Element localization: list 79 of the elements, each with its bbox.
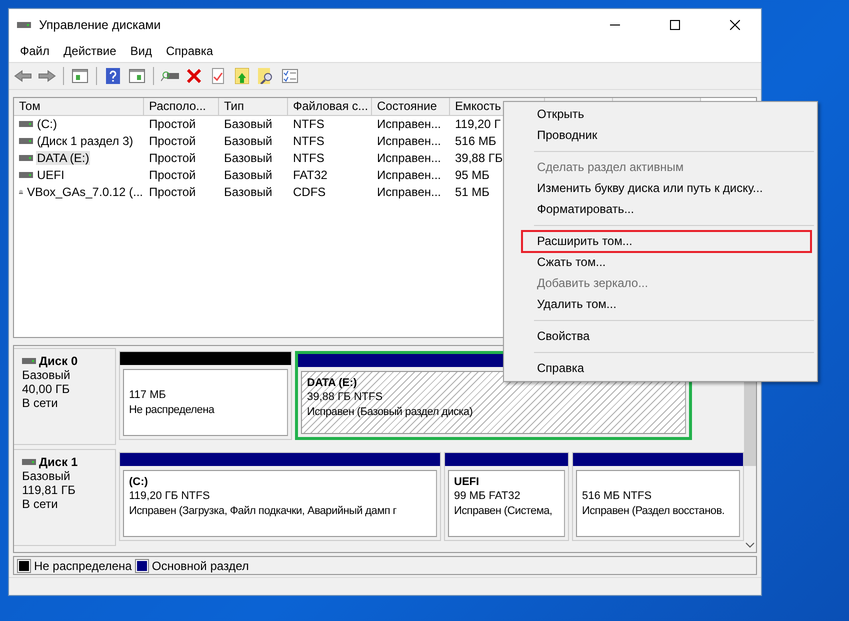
partition-block[interactable]: UEFI 99 МБ FAT32 Исправен (Система, bbox=[444, 452, 569, 542]
menu-item[interactable]: Вид bbox=[123, 44, 159, 58]
column-header[interactable]: Файловая с... bbox=[288, 98, 372, 115]
partition-status: Исправен (Базовый раздел диска) bbox=[307, 405, 473, 420]
table-cell: Простой bbox=[149, 134, 196, 148]
partition-block[interactable]: 516 МБ NTFS Исправен (Раздел восстанов. bbox=[572, 452, 744, 542]
context-menu-item[interactable]: Расширить том... bbox=[522, 231, 811, 252]
disk-type: Базовый bbox=[22, 469, 72, 484]
context-menu-item[interactable]: Удалить том... bbox=[507, 294, 814, 315]
table-cell: NTFS bbox=[293, 117, 324, 132]
table-cell: Простой bbox=[149, 185, 196, 200]
partition-size: 516 МБ NTFS bbox=[582, 489, 652, 504]
menu-item[interactable]: Файл bbox=[13, 44, 57, 58]
table-cell: Исправен... bbox=[377, 117, 442, 132]
table-cell: 39,88 ГБ bbox=[455, 151, 503, 166]
folder-up-icon[interactable] bbox=[232, 66, 252, 86]
disk-type: Базовый bbox=[22, 368, 72, 382]
table-cell: Простой bbox=[149, 117, 196, 132]
disk-status: В сети bbox=[22, 396, 59, 410]
column-header[interactable]: Располо... bbox=[144, 98, 219, 115]
volume-name[interactable]: (C:) bbox=[36, 117, 58, 132]
column-header[interactable]: Состояние bbox=[372, 98, 450, 115]
table-cell: Исправен... bbox=[377, 151, 442, 166]
context-menu-item[interactable]: Проводник bbox=[507, 125, 814, 146]
partition-label: DATA (E:) bbox=[307, 377, 357, 390]
disk-size: 40,00 ГБ bbox=[22, 382, 71, 396]
partition-size: 117 МБ bbox=[129, 388, 166, 404]
disk-size: 119,81 ГБ bbox=[22, 483, 77, 498]
table-cell: Базовый bbox=[224, 151, 272, 166]
volume-name[interactable]: UEFI bbox=[36, 168, 66, 182]
partition-block[interactable]: (C:) 119,20 ГБ NTFS Исправен (Загрузка, Файл подкачки, Аварийный дамп г bbox=[119, 452, 441, 542]
table-cell: 119,20 Г bbox=[455, 117, 501, 132]
context-menu-item[interactable]: Сжать том... bbox=[507, 252, 814, 273]
partition-status: Исправен (Загрузка, Файл подкачки, Аварийный дамп г bbox=[129, 504, 396, 520]
partition-label: (C:) bbox=[129, 476, 148, 488]
disk-name: Диск 0 bbox=[39, 354, 78, 368]
partition-label: UEFI bbox=[454, 476, 480, 488]
table-cell: CDFS bbox=[293, 185, 326, 200]
partition-block[interactable]: 117 МБ Не распределена bbox=[119, 351, 292, 440]
column-header[interactable]: Тип bbox=[219, 98, 288, 115]
table-cell: Базовый bbox=[224, 134, 272, 148]
volume-name[interactable]: DATA (E:) bbox=[36, 151, 90, 166]
table-cell: Простой bbox=[149, 151, 196, 166]
context-menu-item[interactable]: Свойства bbox=[507, 326, 814, 347]
legend-label: Не распределена bbox=[34, 558, 132, 573]
partition-status: Исправен (Раздел восстанов. bbox=[582, 504, 725, 520]
window-title: Управление дисками bbox=[39, 18, 162, 32]
partition-size: 99 МБ FAT32 bbox=[454, 489, 520, 504]
table-cell: Исправен... bbox=[377, 134, 442, 148]
column-header[interactable]: Том bbox=[14, 98, 144, 115]
table-cell: NTFS bbox=[293, 134, 324, 148]
table-cell: Простой bbox=[149, 168, 196, 182]
table-cell: 516 МБ bbox=[455, 134, 496, 148]
table-cell: Исправен... bbox=[377, 168, 442, 182]
partition-status: Не распределена bbox=[129, 403, 214, 418]
partition-size: 119,20 ГБ NTFS bbox=[129, 489, 210, 504]
menu-item[interactable]: Справка bbox=[159, 44, 220, 58]
context-menu-item[interactable]: Изменить букву диска или путь к диску... bbox=[507, 178, 814, 199]
table-cell: Базовый bbox=[224, 168, 272, 182]
close-icon bbox=[730, 20, 740, 30]
disk-name: Диск 1 bbox=[39, 455, 78, 470]
table-cell: Базовый bbox=[224, 185, 272, 200]
table-cell: 51 МБ bbox=[455, 185, 490, 200]
table-cell: NTFS bbox=[293, 151, 324, 166]
chevron-down-icon[interactable] bbox=[745, 542, 755, 548]
table-cell: Исправен... bbox=[377, 185, 442, 200]
disk-status: В сети bbox=[22, 497, 59, 512]
partition-status: Исправен (Система, bbox=[454, 504, 552, 520]
table-cell: Базовый bbox=[224, 117, 272, 132]
table-cell: FAT32 bbox=[293, 168, 328, 182]
menu-item[interactable]: Действие bbox=[56, 44, 124, 58]
legend-label: Основной раздел bbox=[152, 558, 249, 573]
context-menu-item[interactable]: Форматировать... bbox=[507, 199, 814, 220]
maximize-icon bbox=[670, 20, 680, 30]
volume-name[interactable]: (Диск 1 раздел 3) bbox=[36, 134, 134, 148]
help-icon[interactable] bbox=[103, 66, 123, 86]
volume-name[interactable]: VBox_GAs_7.0.12 (... bbox=[26, 185, 144, 200]
partition-size: 39,88 ГБ NTFS bbox=[307, 390, 383, 406]
table-cell: 95 МБ bbox=[455, 168, 490, 182]
